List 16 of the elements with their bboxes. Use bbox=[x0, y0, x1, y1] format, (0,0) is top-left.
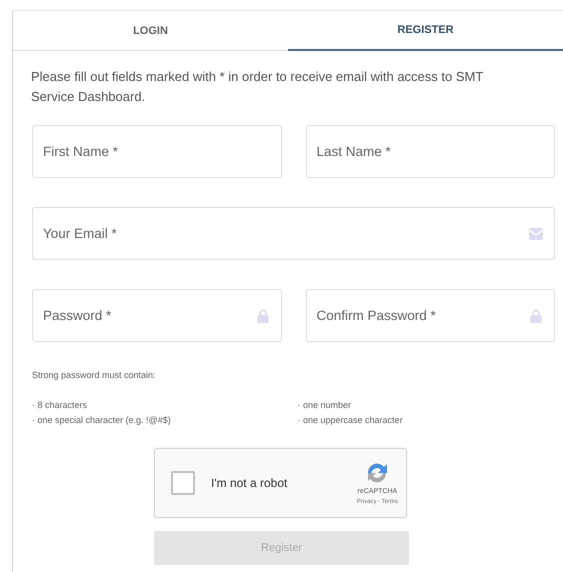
intro-text: Please fill out fields marked with * in order to receive email with access to SMT Service Dashboard. bbox=[30, 68, 484, 106]
input-field[interactable]: Last Name * bbox=[306, 124, 555, 178]
rule-item: · 8 characters bbox=[32, 399, 88, 412]
lock-icon bbox=[256, 308, 270, 322]
input-field[interactable]: Confirm Password * bbox=[306, 288, 555, 342]
lock-icon bbox=[529, 308, 543, 322]
captcha-label: I'm not a robot bbox=[211, 475, 288, 492]
input-field[interactable]: First Name * bbox=[32, 124, 282, 178]
rule-item: · one uppercase character bbox=[298, 414, 404, 427]
envelope-icon bbox=[529, 226, 543, 240]
input-field[interactable]: Your Email * bbox=[32, 206, 555, 260]
rules-heading: Strong password must contain: bbox=[32, 368, 157, 382]
rule-item: · one number bbox=[298, 399, 352, 412]
rule-item: · one special character (e.g. !@#$) bbox=[32, 414, 172, 427]
captcha-checkbox[interactable] bbox=[171, 471, 195, 495]
input-field[interactable]: Password * bbox=[32, 288, 282, 342]
